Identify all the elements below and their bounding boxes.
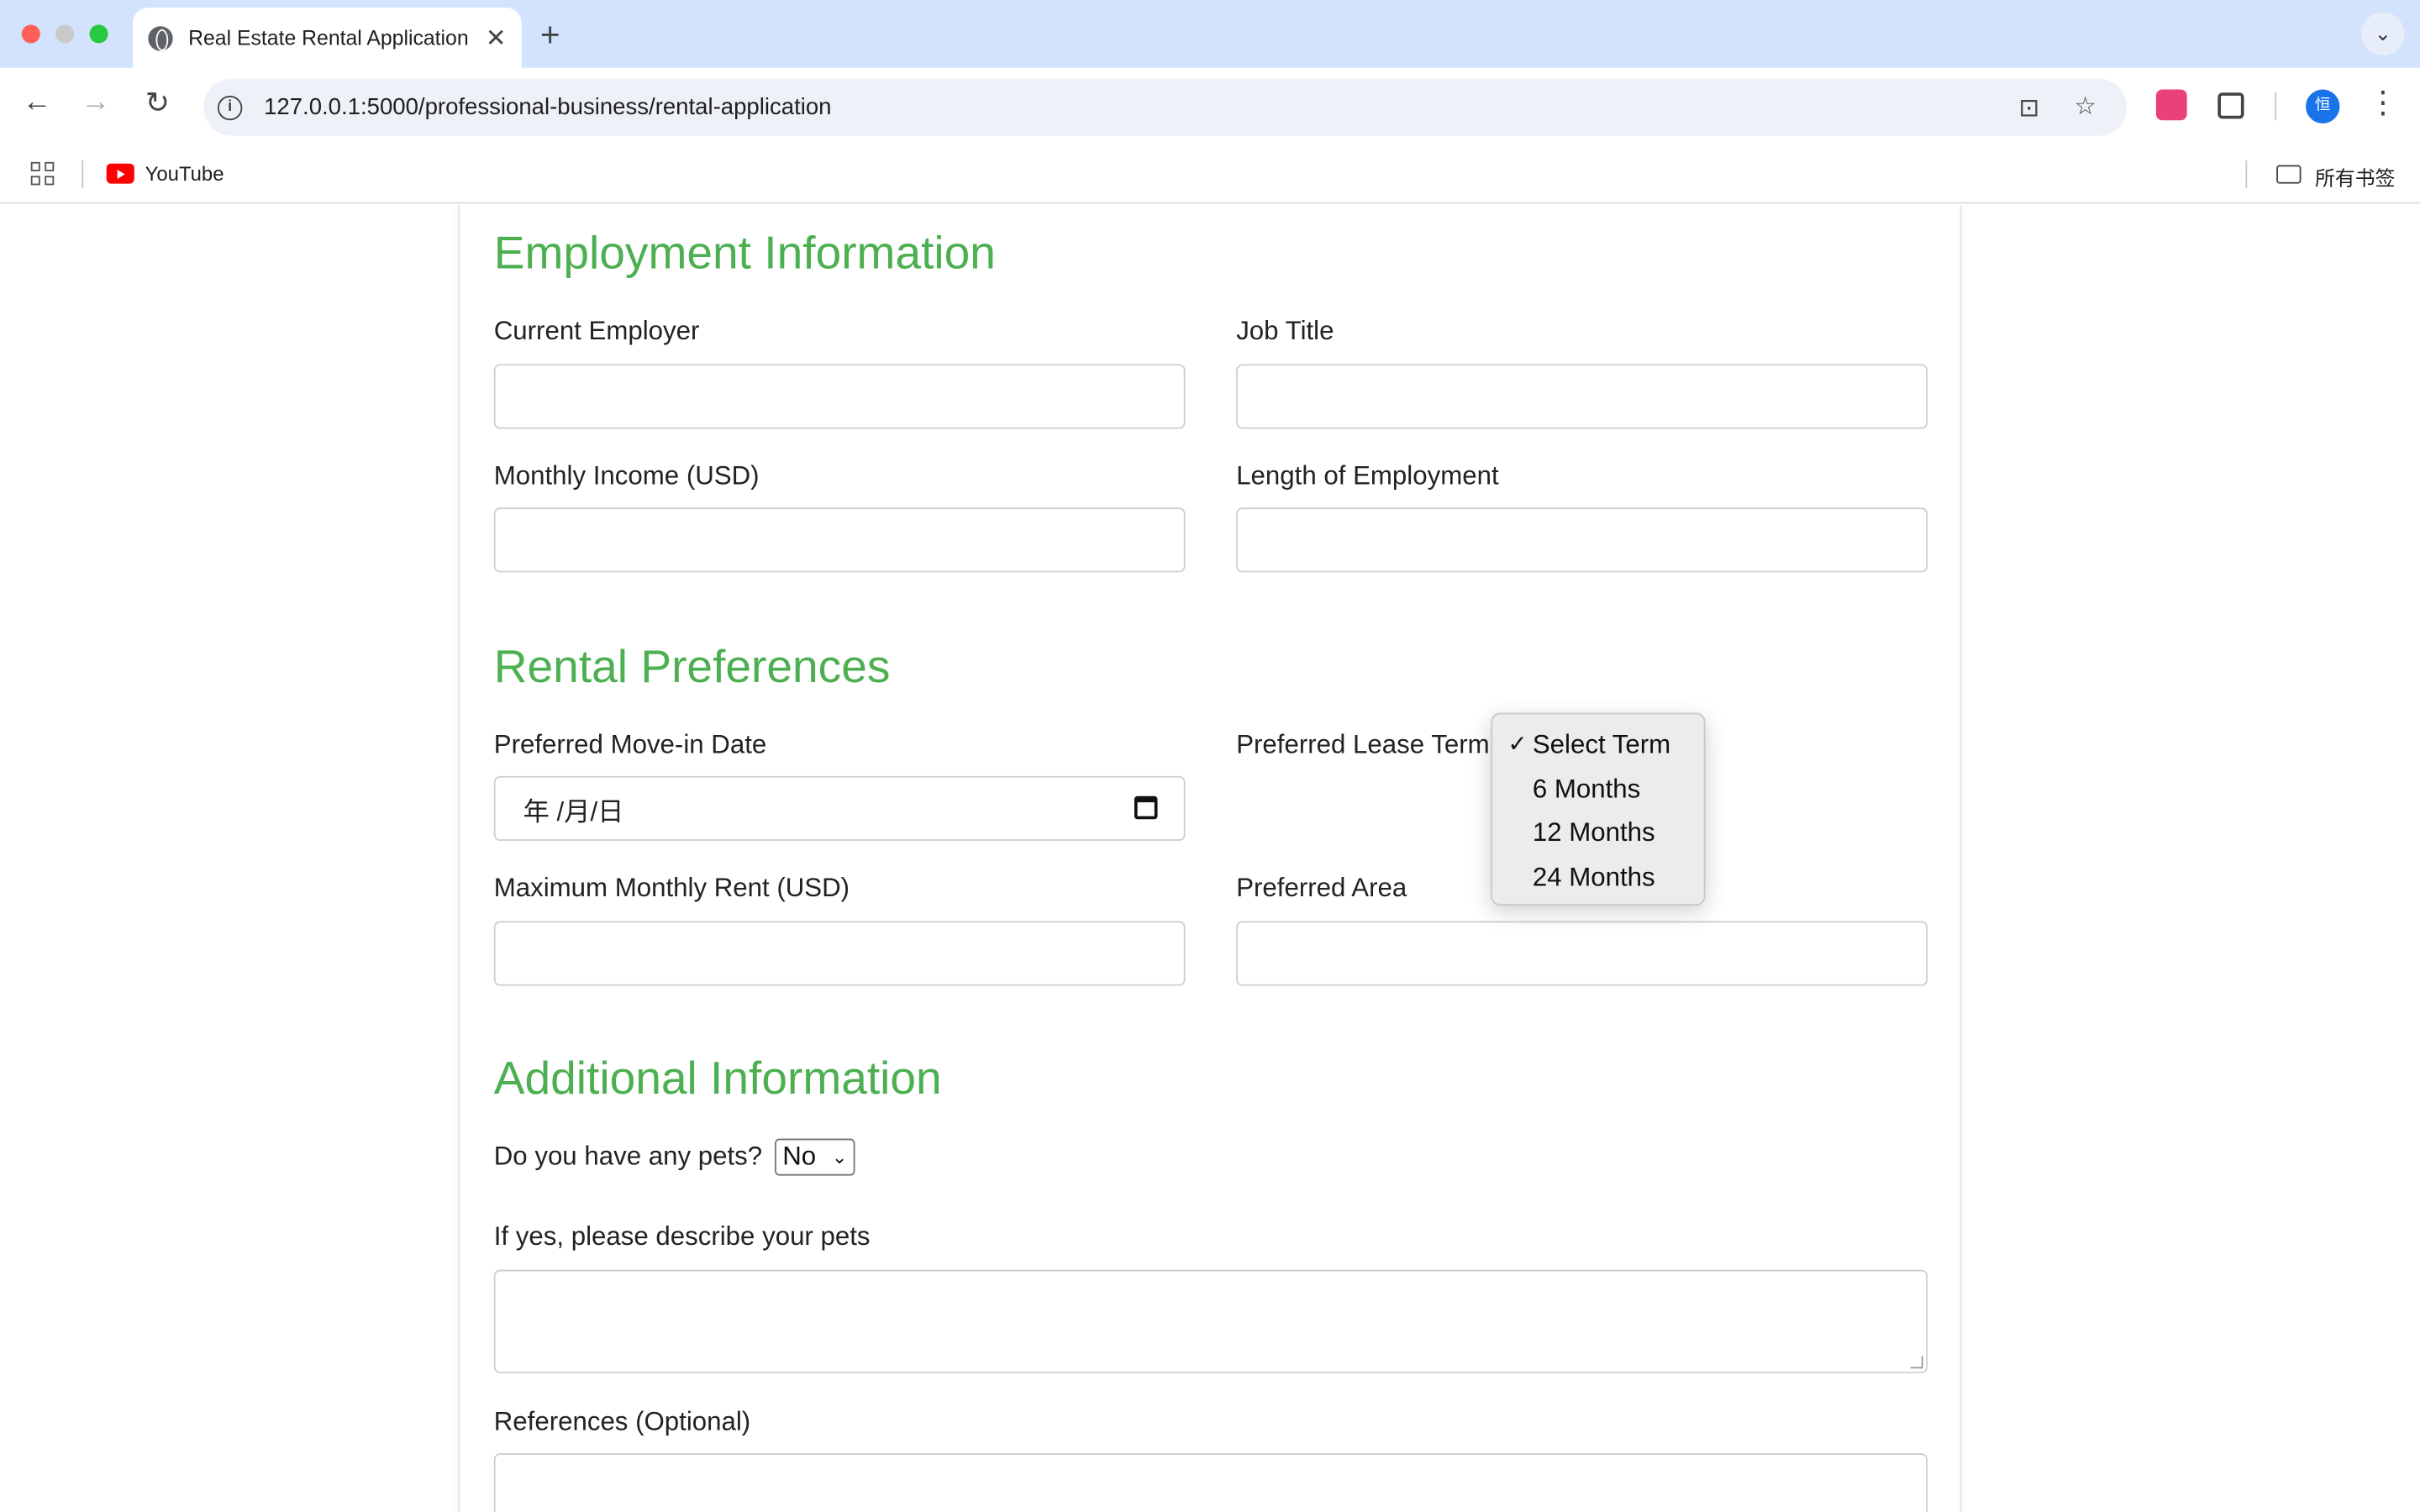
apps-grid-icon[interactable] [30, 161, 55, 186]
address-bar[interactable]: i 127.0.0.1:5000/professional-business/r… [203, 78, 2127, 136]
bookmark-star-icon[interactable]: ☆ [2075, 91, 2096, 122]
browser-toolbar: ← → ↻ i 127.0.0.1:5000/professional-busi… [0, 67, 2420, 145]
extensions-puzzle-icon[interactable] [2217, 92, 2244, 119]
lease-option-select-term[interactable]: ✓ Select Term [1492, 723, 1704, 767]
max-rent-input[interactable] [493, 921, 1186, 986]
pets-select-value: No [782, 1142, 817, 1172]
chevron-down-icon: ⌄ [831, 1146, 848, 1168]
job-title-label: Job Title [1236, 316, 1334, 346]
preferred-area-label: Preferred Area [1236, 873, 1407, 903]
employment-section-title: Employment Information [493, 228, 996, 280]
references-textarea[interactable] [493, 1453, 1928, 1512]
lease-option-12-months[interactable]: 12 Months [1492, 811, 1704, 855]
reload-icon[interactable]: ↻ [139, 87, 176, 122]
pets-description-label: If yes, please describe your pets [493, 1221, 871, 1252]
profile-avatar[interactable]: 恒 [2306, 89, 2340, 123]
bookmarks-divider-right [2245, 160, 2248, 189]
url-text: 127.0.0.1:5000/professional-business/ren… [264, 94, 832, 121]
active-tab[interactable]: Real Estate Rental Application ✕ [132, 8, 522, 68]
move-in-date-label: Preferred Move-in Date [493, 729, 767, 759]
tab-strip: Real Estate Rental Application ✕ + ⌄ [0, 0, 2420, 68]
references-label: References (Optional) [493, 1407, 751, 1436]
bookmarks-divider [82, 160, 84, 189]
browser-window: Real Estate Rental Application ✕ + ⌄ ← →… [0, 0, 2420, 1512]
new-tab-button[interactable]: + [540, 15, 560, 55]
move-in-date-value: 年 /月/日 [523, 796, 624, 827]
job-title-input[interactable] [1236, 364, 1928, 429]
current-employer-input[interactable] [493, 364, 1186, 429]
minimize-window-button[interactable] [55, 24, 75, 44]
lease-term-dropdown[interactable]: ✓ Select Term 6 Months 12 Months 24 Mont… [1491, 712, 1706, 906]
globe-icon [148, 25, 173, 50]
close-tab-icon[interactable]: ✕ [486, 23, 507, 54]
tab-title: Real Estate Rental Application [188, 26, 469, 50]
pets-description-textarea[interactable] [493, 1269, 1928, 1373]
length-of-employment-input[interactable] [1236, 507, 1928, 573]
rental-section-title: Rental Preferences [493, 642, 891, 693]
monthly-income-label: Monthly Income (USD) [493, 461, 760, 491]
translate-icon[interactable]: ⊡ [2018, 92, 2039, 123]
bookmarks-bar: YouTube 所有书签 [0, 144, 2420, 204]
bookmark-youtube[interactable]: YouTube [145, 162, 224, 186]
move-in-date-input[interactable]: 年 /月/日 [493, 775, 1186, 842]
back-arrow-icon[interactable]: ← [18, 87, 55, 120]
folder-icon [2276, 165, 2302, 184]
length-of-employment-label: Length of Employment [1236, 461, 1499, 491]
pets-select[interactable]: No ⌄ [775, 1138, 855, 1176]
resize-handle-icon[interactable] [1910, 1356, 1923, 1369]
current-employer-label: Current Employer [493, 316, 700, 346]
youtube-icon[interactable] [106, 163, 134, 184]
tab-search-icon[interactable]: ⌄ [2361, 12, 2405, 56]
maximize-window-button[interactable] [89, 24, 108, 44]
page-content: Employment Information Current Employer … [0, 205, 2420, 1512]
more-menu-icon[interactable]: ⋮ [2365, 83, 2402, 122]
lease-option-24-months[interactable]: 24 Months [1492, 855, 1704, 899]
lease-term-label: Preferred Lease Term [1236, 729, 1490, 759]
preferred-area-input[interactable] [1236, 921, 1928, 986]
checkmark-icon: ✓ [1507, 731, 1528, 758]
lease-option-6-months[interactable]: 6 Months [1492, 768, 1704, 811]
calendar-icon[interactable] [1134, 795, 1158, 820]
translate-extension-icon[interactable] [2155, 89, 2187, 121]
monthly-income-input[interactable] [493, 507, 1186, 573]
toolbar-divider [2275, 92, 2277, 121]
pets-question-label: Do you have any pets? [493, 1142, 763, 1172]
site-info-icon[interactable]: i [217, 94, 243, 120]
form-card: Employment Information Current Employer … [458, 205, 1962, 1512]
additional-section-title: Additional Information [493, 1053, 942, 1105]
max-rent-label: Maximum Monthly Rent (USD) [493, 873, 850, 903]
close-window-button[interactable] [21, 24, 40, 44]
forward-arrow-icon[interactable]: → [77, 87, 114, 120]
all-bookmarks-link[interactable]: 所有书签 [2315, 162, 2396, 192]
